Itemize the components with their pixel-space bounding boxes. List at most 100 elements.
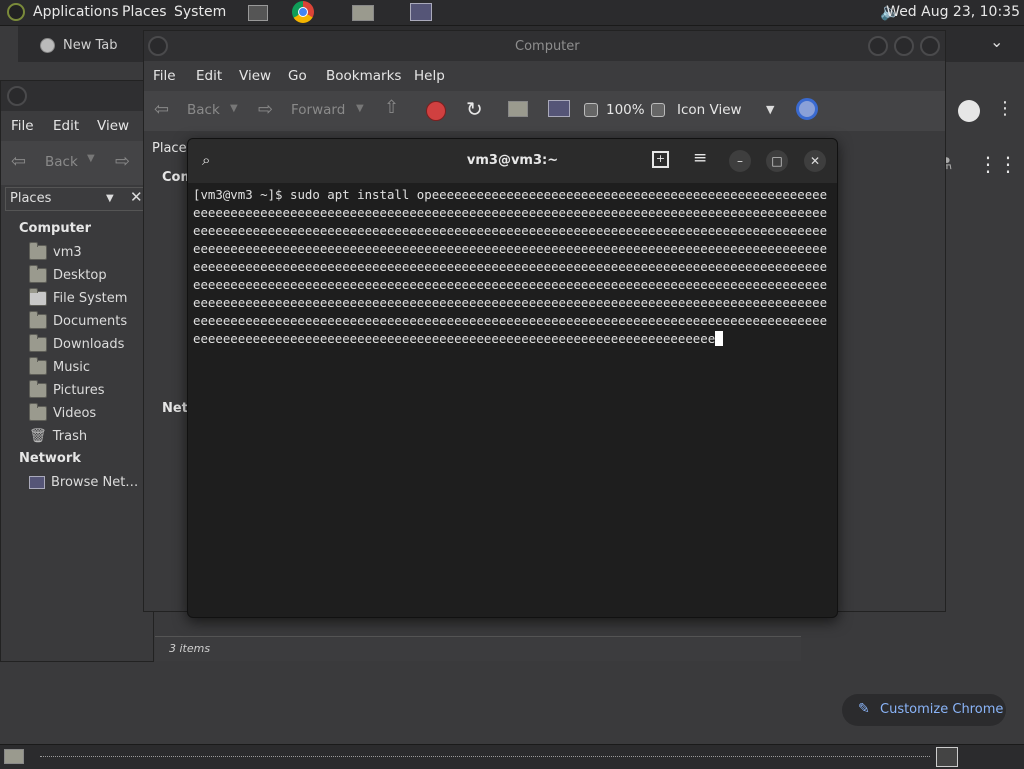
menu-edit[interactable]: Edit (53, 118, 79, 134)
home-icon[interactable] (508, 101, 528, 117)
minimize-icon[interactable]: – (729, 150, 751, 172)
panel-clock[interactable]: Wed Aug 23, 10:35 (886, 4, 1020, 20)
status-bar: 3 items (155, 636, 801, 661)
text-cursor (715, 331, 724, 346)
places-close-icon[interactable]: ✕ (130, 188, 143, 206)
home-folder-launcher-icon[interactable] (352, 5, 374, 21)
window-titlebar[interactable] (1, 81, 153, 111)
customize-chrome-button[interactable]: ✎ Customize Chrome (842, 694, 1006, 726)
reload-icon[interactable]: ↻ (466, 97, 483, 121)
sidebar-item-desktop[interactable]: Desktop (29, 264, 107, 286)
sidebar-item-label: Music (53, 359, 90, 375)
chrome-launcher-icon[interactable] (292, 1, 314, 23)
new-tab-icon[interactable]: + (652, 151, 669, 168)
sidebar-item-label: Desktop (53, 267, 107, 283)
sidebar-item-videos[interactable]: Videos (29, 402, 96, 424)
sidebar-item-label: vm3 (53, 244, 82, 260)
window-close-icon[interactable] (148, 36, 168, 56)
back-arrow-icon[interactable]: ⇦ (154, 99, 169, 120)
taskbar-divider (40, 756, 930, 757)
forward-arrow-icon[interactable]: ⇨ (258, 99, 273, 120)
search-icon[interactable] (796, 98, 818, 120)
sidebar-item-trash[interactable]: 🗑 Trash (29, 425, 87, 447)
downloads-folder-icon (29, 333, 47, 352)
menu-icon[interactable]: ≡ (693, 148, 707, 168)
back-button[interactable]: Back (187, 102, 220, 118)
close-icon[interactable]: ✕ (804, 150, 826, 172)
back-dropdown-icon[interactable]: ▼ (87, 153, 95, 164)
tab-search-chevron-icon[interactable]: ⌄ (990, 32, 1003, 51)
back-arrow-icon[interactable]: ⇦ (11, 151, 26, 172)
sidebar-item-pictures[interactable]: Pictures (29, 379, 104, 401)
zoom-out-icon[interactable] (584, 103, 598, 117)
file-manager-places-window: File Edit View ⇦ Back ▼ ⇨ Places ▼ ✕ Com… (0, 80, 154, 662)
sidebar-item-browse-network[interactable]: Browse Net… (29, 471, 138, 493)
show-desktop-icon[interactable] (248, 5, 268, 21)
back-button[interactable]: Back (45, 154, 78, 170)
sidebar-item-label: Documents (53, 313, 128, 329)
taskbar-folder-icon[interactable] (4, 749, 24, 764)
status-text: 3 items (169, 642, 211, 655)
profile-icon[interactable] (958, 100, 980, 122)
menu-system[interactable]: System (174, 4, 226, 20)
pencil-icon: ✎ (858, 701, 870, 717)
workspace-switcher-icon[interactable] (936, 747, 958, 767)
menu-view[interactable]: View (97, 118, 129, 134)
places-dropdown-icon: ▼ (106, 193, 114, 204)
menu-view[interactable]: View (239, 68, 271, 84)
customize-chrome-label: Customize Chrome (880, 702, 1004, 717)
view-mode-dropdown-icon[interactable]: ▼ (766, 103, 774, 116)
desktop-folder-icon (29, 264, 47, 283)
forward-arrow-icon[interactable]: ⇨ (115, 151, 130, 172)
menu-file[interactable]: File (11, 118, 34, 134)
places-label: Places (10, 191, 52, 206)
toolbar: ⇦ Back ▼ ⇨ Forward ▼ ⇧ ↻ 100% Icon View … (144, 91, 945, 131)
menu-edit[interactable]: Edit (196, 68, 222, 84)
sidebar-item-label: Trash (52, 428, 88, 444)
stop-icon[interactable] (426, 101, 446, 121)
home-folder-icon (29, 241, 47, 260)
toolbar: ⇦ Back ▼ ⇨ (1, 141, 153, 185)
sidebar-item-documents[interactable]: Documents (29, 310, 127, 332)
chrome-kebab-menu-icon[interactable]: ⋮ (996, 98, 1014, 119)
sidebar-item-music[interactable]: Music (29, 356, 90, 378)
menu-applications[interactable]: Applications (33, 4, 119, 20)
sidebar-item-label: Pictures (53, 382, 105, 398)
computer-icon[interactable] (548, 100, 570, 117)
computer-launcher-icon[interactable] (410, 3, 432, 21)
documents-folder-icon (29, 310, 47, 329)
window-close-icon[interactable] (7, 86, 27, 106)
places-selector[interactable]: Places ▼ ✕ (5, 187, 151, 211)
sidebar-item-vm3[interactable]: vm3 (29, 241, 82, 263)
menu-file[interactable]: File (153, 68, 176, 84)
apps-grid-icon[interactable]: ⋮⋮⋮ (978, 152, 1024, 176)
zoom-in-icon[interactable] (651, 103, 665, 117)
menu-bookmarks[interactable]: Bookmarks (326, 68, 401, 84)
terminal-headerbar[interactable]: ⌕ vm3@vm3:~ + ≡ – □ ✕ (188, 139, 837, 183)
distro-logo-icon[interactable] (7, 3, 25, 21)
forward-dropdown-icon[interactable]: ▼ (356, 103, 364, 114)
section-computer: Computer (19, 221, 92, 236)
menu-help[interactable]: Help (414, 68, 445, 84)
menubar: File Edit View (1, 111, 153, 141)
menu-go[interactable]: Go (288, 68, 307, 84)
window-title: Computer (515, 39, 580, 54)
terminal-window[interactable]: ⌕ vm3@vm3:~ + ≡ – □ ✕ [vm3@vm3 ~]$ sudo … (187, 138, 838, 618)
window-titlebar[interactable]: Computer (144, 31, 945, 61)
pictures-folder-icon (29, 379, 47, 398)
window-restore-icon[interactable] (920, 36, 940, 56)
up-arrow-icon[interactable]: ⇧ (384, 97, 399, 118)
maximize-icon[interactable]: □ (766, 150, 788, 172)
sidebar-item-label: Browse Net… (51, 474, 139, 490)
menu-places[interactable]: Places (122, 4, 167, 20)
window-minimize-icon[interactable] (868, 36, 888, 56)
view-mode-select[interactable]: Icon View (677, 102, 742, 118)
window-maximize-icon[interactable] (894, 36, 914, 56)
sidebar-item-downloads[interactable]: Downloads (29, 333, 124, 355)
forward-button[interactable]: Forward (291, 102, 345, 118)
sidebar-item-file-system[interactable]: File System (29, 287, 127, 309)
network-icon (29, 475, 45, 489)
terminal-output[interactable]: [vm3@vm3 ~]$ sudo apt install opeeeeeeee… (193, 186, 833, 348)
chrome-tab-new-tab[interactable]: New Tab (28, 30, 148, 62)
back-dropdown-icon[interactable]: ▼ (230, 103, 238, 114)
